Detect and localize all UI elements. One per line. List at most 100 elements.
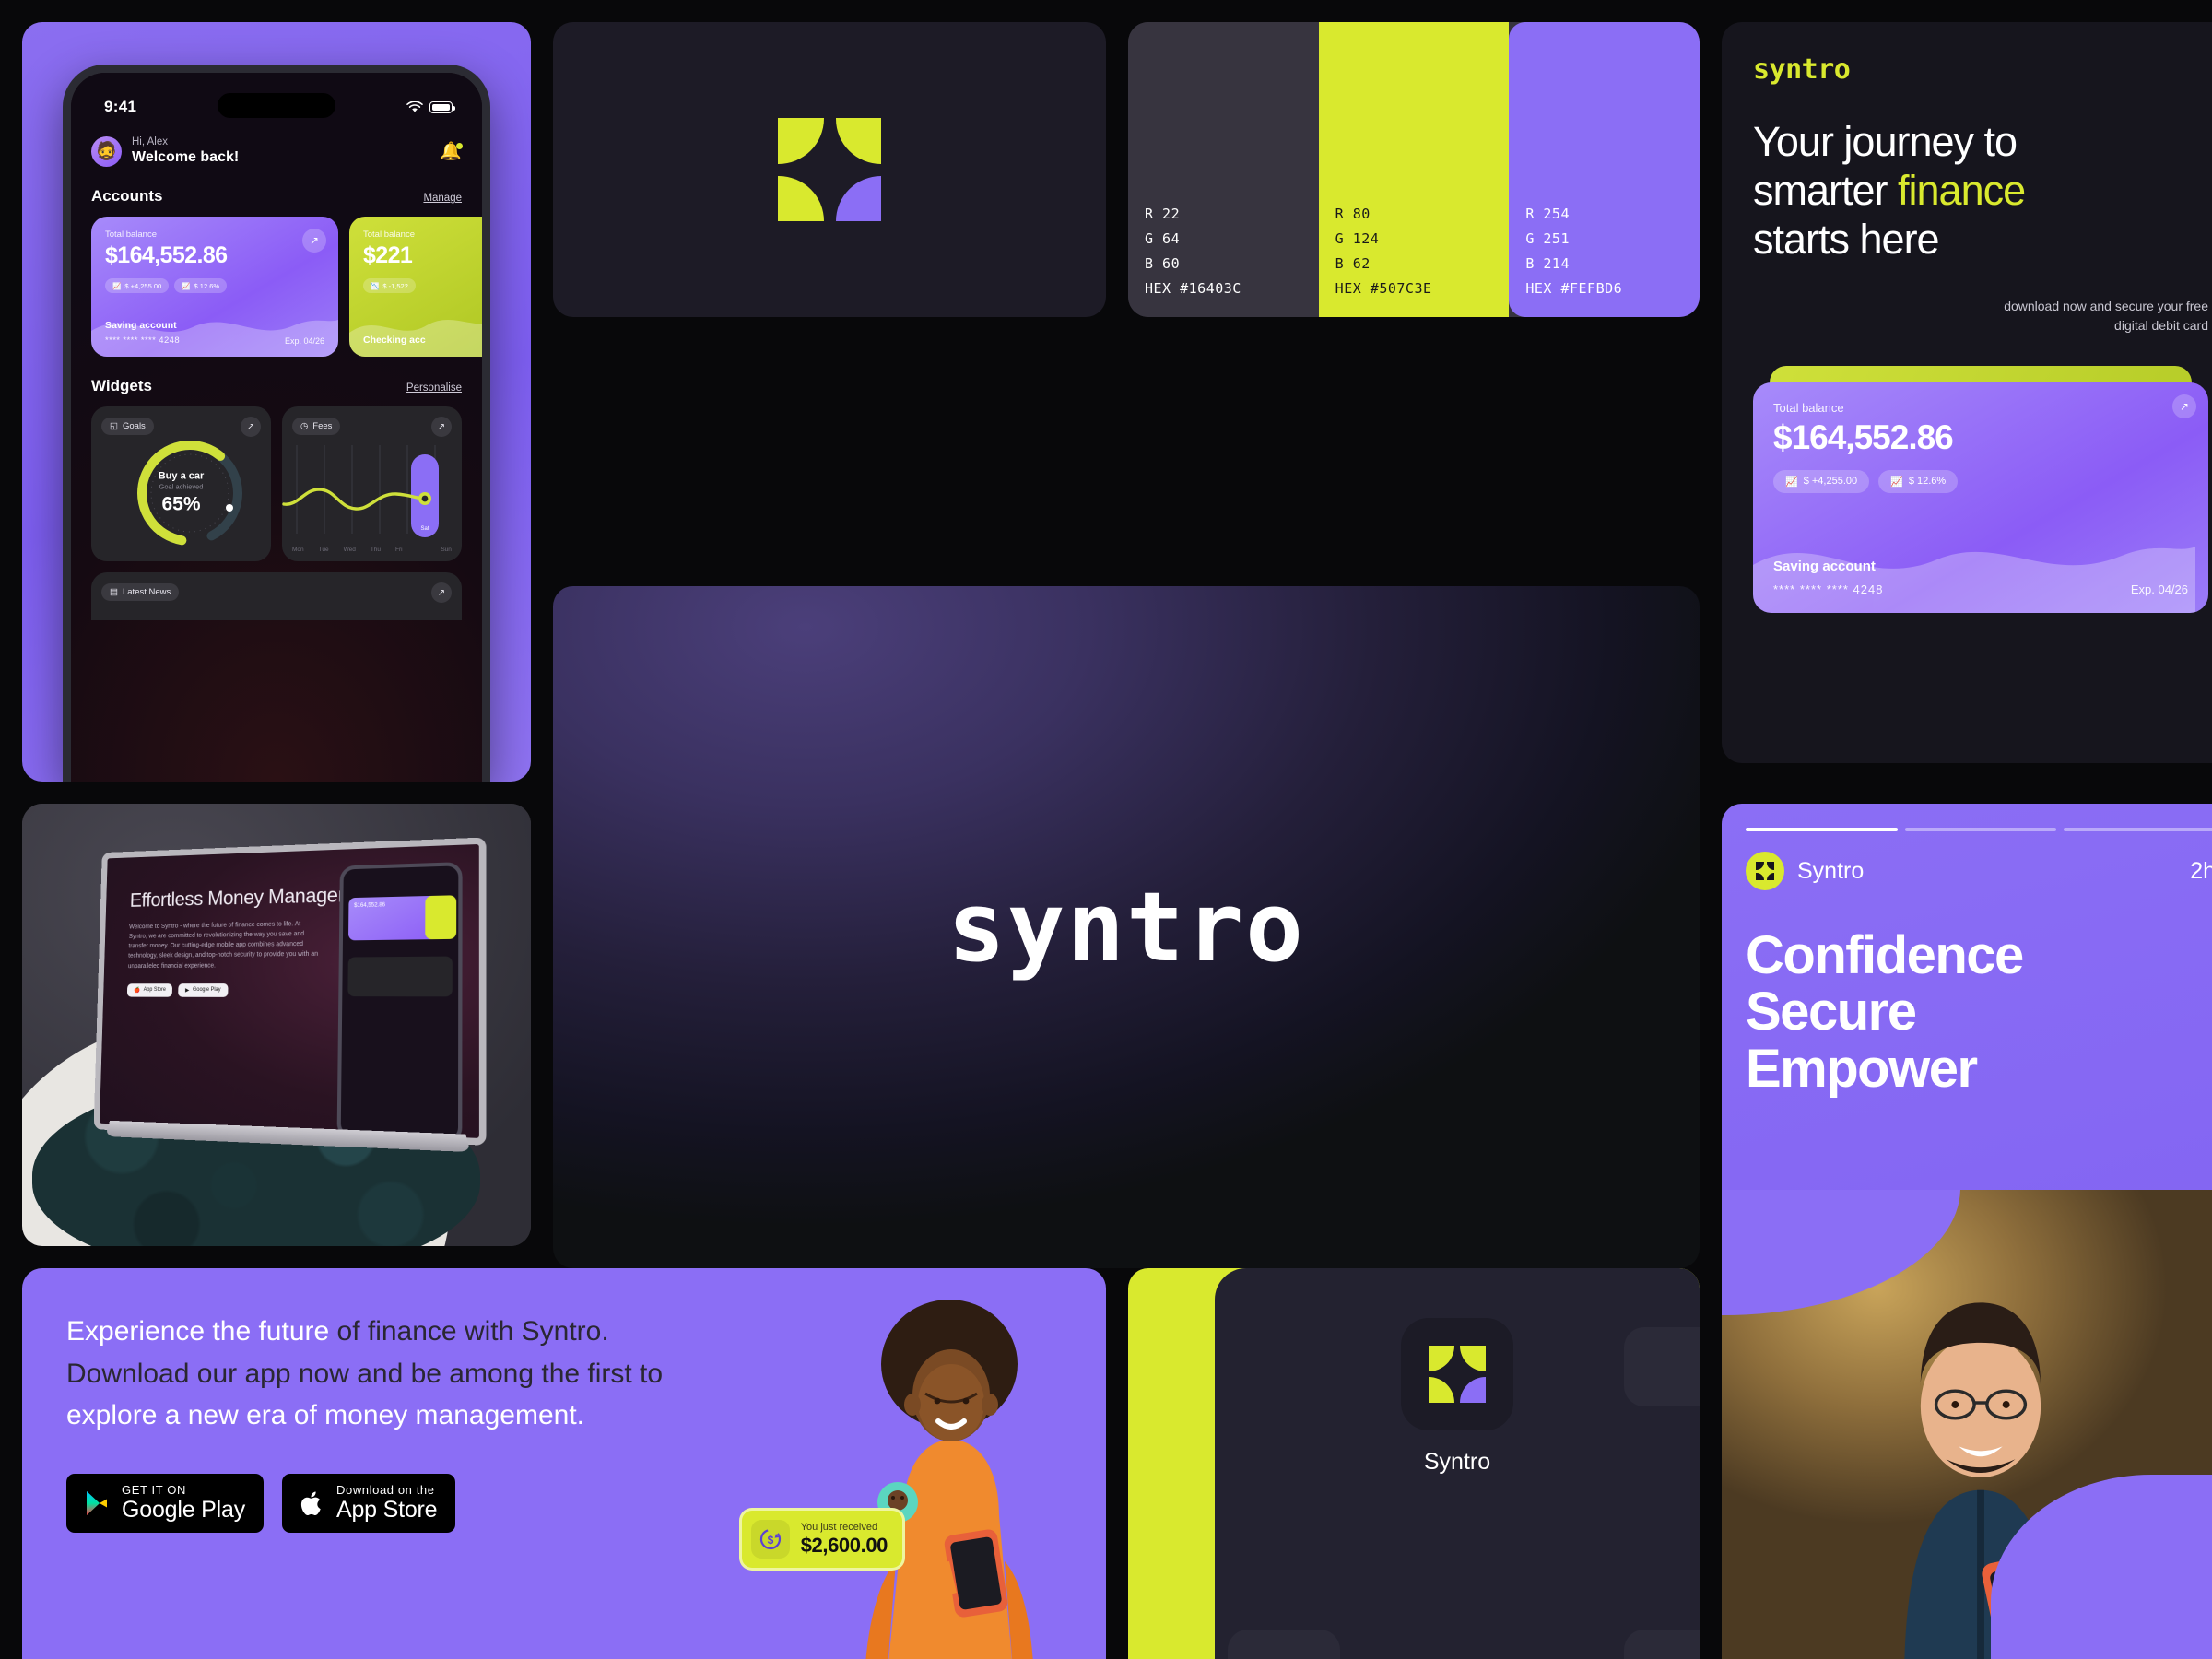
fees-open-button[interactable]: ↗ xyxy=(431,417,452,438)
accounts-title: Accounts xyxy=(91,187,163,206)
manage-link[interactable]: Manage xyxy=(423,193,462,204)
day-label: Tue xyxy=(318,547,329,554)
card-chips: 📉 $ -1,522 xyxy=(363,278,482,294)
woman-photo xyxy=(865,1300,1033,1659)
widgets-title: Widgets xyxy=(91,377,152,395)
status-bar: 9:41 xyxy=(91,91,462,123)
app-icon-tile[interactable] xyxy=(1401,1318,1513,1430)
fees-chart: Sat xyxy=(282,445,439,538)
card-chip: 📈 $ 12.6% xyxy=(174,278,228,294)
goal-title: Buy a car xyxy=(158,470,205,482)
google-play-icon: ▶ xyxy=(185,988,190,994)
account-card-saving[interactable]: ↗ Total balance $164,552.86 📈 $ +4,255.00… xyxy=(91,217,338,358)
app-icon-panel: Syntro xyxy=(1128,1268,1700,1659)
story-title-line-1: Confidence xyxy=(1746,925,2024,985)
battery-icon xyxy=(429,100,455,113)
hero-wordmark: syntro xyxy=(947,871,1305,983)
progress-bar[interactable] xyxy=(2064,828,2212,831)
google-play-label: GET IT ON Google Play xyxy=(122,1482,245,1524)
swatch-b: B 60 xyxy=(1145,255,1181,272)
story-title-line-3: Empower xyxy=(1746,1038,1978,1099)
wifi-icon xyxy=(406,100,423,112)
swatch-hex: HEX #16403C xyxy=(1145,280,1241,297)
promo-card-front[interactable]: ↗ Total balance $164,552.86 📈 $ +4,255.00… xyxy=(1753,382,2208,613)
goals-center-text: Buy a car Goal achieved 65% xyxy=(91,471,271,516)
progress-bar-active[interactable] xyxy=(1746,828,1898,831)
apple-store-badge[interactable]: 🍎 App Store xyxy=(127,983,173,997)
status-indicators xyxy=(406,100,462,113)
card-number: **** **** **** 4248 xyxy=(105,335,181,347)
promo-card-label: Total balance xyxy=(1773,400,1844,415)
progress-bar[interactable] xyxy=(1904,828,2057,831)
phone-device: 9:41 🧔 Hi, Alex Welcome back! 🔔 Accounts… xyxy=(63,65,490,782)
placeholder-tile xyxy=(1624,1327,1700,1406)
account-card-checking[interactable]: Total balance $221 📉 $ -1,522 Checking ac… xyxy=(349,217,482,358)
google-play-button[interactable]: GET IT ON Google Play xyxy=(66,1473,264,1534)
promo-panel: syntro Your journey to smarter finance s… xyxy=(1722,22,2212,763)
clock-icon: ◷ xyxy=(300,421,309,432)
google-play-badge[interactable]: ▶ Google Play xyxy=(178,983,229,997)
trend-up-icon: 📈 xyxy=(112,281,122,290)
trend-up-icon: 📈 xyxy=(1785,476,1798,488)
badge-big-text: App Store xyxy=(336,1497,438,1524)
promo-card-stack: ↗ Total balance $164,552.86 📈 $ +4,255.00… xyxy=(1753,365,2208,642)
widget-latest-news[interactable]: ▤ Latest News ↗ xyxy=(91,572,462,621)
story-title: Confidence Secure Empower xyxy=(1746,927,2212,1097)
app-store-button[interactable]: Download on the App Store xyxy=(282,1473,456,1534)
headline-line-1: Your journey to xyxy=(1753,118,2018,165)
card-expiry: Exp. 04/26 xyxy=(284,335,324,346)
laptop-phone-preview: $164,552.86 xyxy=(336,862,463,1144)
logo-quadrant-bottom-right xyxy=(1460,1377,1486,1403)
widgets-row: ◱ Goals ↗ Buy a car Goal achieved 65% ◷ … xyxy=(91,406,462,562)
swatch-hex: HEX #FEFBD6 xyxy=(1525,280,1623,297)
goal-subtitle: Goal achieved xyxy=(159,482,204,491)
cta-panel: Experience the future of finance with Sy… xyxy=(22,1268,1106,1659)
day-label: Fri xyxy=(395,547,403,554)
badge-small-text: GET IT ON xyxy=(122,1482,186,1497)
trend-up-icon: 📈 xyxy=(182,281,191,290)
card-number-row: **** **** **** 4248 Exp. 04/26 xyxy=(105,335,324,346)
story-account-name: Syntro xyxy=(1797,857,1865,884)
logo-quadrant-bottom-left xyxy=(1756,872,1764,880)
story-header: Syntro 2h xyxy=(1746,852,2212,890)
widget-goals[interactable]: ◱ Goals ↗ Buy a car Goal achieved 65% xyxy=(91,406,271,562)
laptop-mockup-panel: Effortless Money Management Welcome to S… xyxy=(22,804,531,1246)
logo-quadrant-top-left xyxy=(778,118,824,164)
phone-mockup-panel: 9:41 🧔 Hi, Alex Welcome back! 🔔 Accounts… xyxy=(22,22,531,782)
promo-card-amount: $164,552.86 xyxy=(1773,418,1954,456)
logo-quadrant-bottom-left xyxy=(1429,1377,1454,1403)
swatch-b: B 62 xyxy=(1335,255,1371,272)
laptop-device: Effortless Money Management Welcome to S… xyxy=(93,837,487,1152)
logo-mark-panel xyxy=(553,22,1106,317)
promo-headline: Your journey to smarter finance starts h… xyxy=(1753,117,2208,264)
placeholder-tile xyxy=(1624,1630,1700,1659)
avatar[interactable]: 🧔 xyxy=(91,135,122,167)
swatch-g: G 64 xyxy=(1145,230,1181,247)
logo-quadrant-top-right xyxy=(1460,1346,1486,1371)
cta-text-highlight-2: explore a new era of money management. xyxy=(66,1400,584,1431)
personalise-link[interactable]: Personalise xyxy=(406,382,462,394)
subtext-line-1: download now and secure your free xyxy=(2004,299,2208,314)
app-icon-backdrop: Syntro xyxy=(1215,1268,1700,1659)
logo-quadrant-top-left xyxy=(1756,862,1764,870)
apple-icon: 🍎 xyxy=(134,988,141,994)
card-footer: Checking acc xyxy=(363,335,482,346)
promo-card-open-button[interactable]: ↗ xyxy=(2172,394,2196,418)
story-photo xyxy=(1722,1189,2212,1659)
toast-small-text: You just received xyxy=(800,1521,878,1533)
headline-line-2a: smarter xyxy=(1753,167,1899,215)
card-wave-decoration xyxy=(349,320,482,358)
card-footer: Saving account **** **** **** 4248 Exp. … xyxy=(105,320,324,346)
bell-icon[interactable]: 🔔 xyxy=(440,142,463,160)
money-received-toast: $ You just received $2,600.00 xyxy=(738,1508,905,1571)
promo-card-chip: 📈 $ 12.6% xyxy=(1878,469,1959,493)
news-open-button[interactable]: ↗ xyxy=(431,582,452,604)
badge-big-text: Google Play xyxy=(122,1497,245,1524)
notification-dot xyxy=(456,142,463,149)
card-account-name: Saving account xyxy=(105,320,177,332)
accounts-header: Accounts Manage xyxy=(91,187,462,206)
money-toast-text: You just received $2,600.00 xyxy=(801,1522,888,1558)
widget-fees[interactable]: ◷ Fees ↗ Sat Mon Tue Wed Thu Fri Sun xyxy=(282,406,462,562)
greeting-welcome: Welcome back! xyxy=(132,149,240,166)
story-title-line-2: Secure xyxy=(1746,982,1917,1042)
